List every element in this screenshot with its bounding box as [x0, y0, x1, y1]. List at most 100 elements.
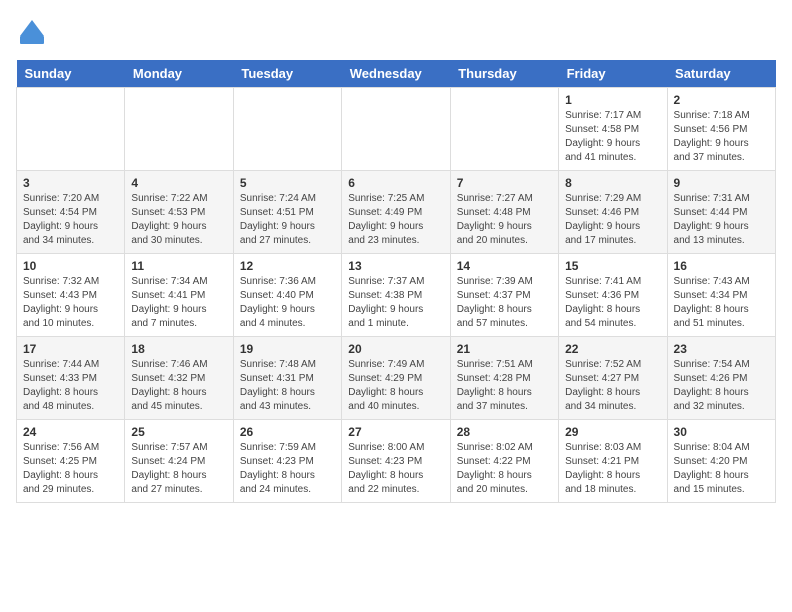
calendar-cell: 17 Sunrise: 7:44 AM Sunset: 4:33 PM Dayli…: [17, 337, 125, 420]
day-info: Sunrise: 7:41 AM Sunset: 4:36 PM Dayligh…: [565, 275, 660, 331]
calendar-cell: 26 Sunrise: 7:59 AM Sunset: 4:23 PM Dayli…: [233, 420, 341, 503]
day-number: 26: [240, 425, 335, 439]
day-info: Sunrise: 7:25 AM Sunset: 4:49 PM Dayligh…: [348, 192, 443, 248]
weekday-header-saturday: Saturday: [667, 60, 775, 88]
weekday-header-friday: Friday: [559, 60, 667, 88]
day-number: 13: [348, 259, 443, 273]
day-info: Sunrise: 7:52 AM Sunset: 4:27 PM Dayligh…: [565, 358, 660, 414]
calendar-cell: 28 Sunrise: 8:02 AM Sunset: 4:22 PM Dayli…: [450, 420, 558, 503]
calendar-cell: 11 Sunrise: 7:34 AM Sunset: 4:41 PM Dayli…: [125, 254, 233, 337]
day-number: 8: [565, 176, 660, 190]
day-number: 25: [131, 425, 226, 439]
day-info: Sunrise: 7:32 AM Sunset: 4:43 PM Dayligh…: [23, 275, 118, 331]
weekday-header-monday: Monday: [125, 60, 233, 88]
day-info: Sunrise: 7:31 AM Sunset: 4:44 PM Dayligh…: [674, 192, 769, 248]
day-number: 20: [348, 342, 443, 356]
day-info: Sunrise: 7:54 AM Sunset: 4:26 PM Dayligh…: [674, 358, 769, 414]
day-info: Sunrise: 7:34 AM Sunset: 4:41 PM Dayligh…: [131, 275, 226, 331]
day-number: 16: [674, 259, 769, 273]
day-number: 24: [23, 425, 118, 439]
day-number: 22: [565, 342, 660, 356]
calendar-cell: 25 Sunrise: 7:57 AM Sunset: 4:24 PM Dayli…: [125, 420, 233, 503]
calendar-cell: 22 Sunrise: 7:52 AM Sunset: 4:27 PM Dayli…: [559, 337, 667, 420]
weekday-header-sunday: Sunday: [17, 60, 125, 88]
day-number: 11: [131, 259, 226, 273]
day-info: Sunrise: 7:59 AM Sunset: 4:23 PM Dayligh…: [240, 441, 335, 497]
day-number: 6: [348, 176, 443, 190]
calendar-table: SundayMondayTuesdayWednesdayThursdayFrid…: [16, 60, 776, 503]
logo: [16, 16, 52, 48]
day-number: 27: [348, 425, 443, 439]
calendar-cell: 18 Sunrise: 7:46 AM Sunset: 4:32 PM Dayli…: [125, 337, 233, 420]
calendar-cell: 12 Sunrise: 7:36 AM Sunset: 4:40 PM Dayli…: [233, 254, 341, 337]
day-info: Sunrise: 7:56 AM Sunset: 4:25 PM Dayligh…: [23, 441, 118, 497]
calendar-cell: 7 Sunrise: 7:27 AM Sunset: 4:48 PM Daylig…: [450, 171, 558, 254]
calendar-cell: 13 Sunrise: 7:37 AM Sunset: 4:38 PM Dayli…: [342, 254, 450, 337]
day-info: Sunrise: 7:22 AM Sunset: 4:53 PM Dayligh…: [131, 192, 226, 248]
day-number: 9: [674, 176, 769, 190]
day-number: 19: [240, 342, 335, 356]
calendar-cell: 29 Sunrise: 8:03 AM Sunset: 4:21 PM Dayli…: [559, 420, 667, 503]
day-info: Sunrise: 7:51 AM Sunset: 4:28 PM Dayligh…: [457, 358, 552, 414]
day-info: Sunrise: 7:37 AM Sunset: 4:38 PM Dayligh…: [348, 275, 443, 331]
day-number: 4: [131, 176, 226, 190]
day-info: Sunrise: 7:44 AM Sunset: 4:33 PM Dayligh…: [23, 358, 118, 414]
day-info: Sunrise: 7:18 AM Sunset: 4:56 PM Dayligh…: [674, 109, 769, 165]
day-info: Sunrise: 7:46 AM Sunset: 4:32 PM Dayligh…: [131, 358, 226, 414]
day-info: Sunrise: 7:36 AM Sunset: 4:40 PM Dayligh…: [240, 275, 335, 331]
day-number: 3: [23, 176, 118, 190]
calendar-body: 1 Sunrise: 7:17 AM Sunset: 4:58 PM Daylig…: [17, 88, 776, 503]
day-info: Sunrise: 7:49 AM Sunset: 4:29 PM Dayligh…: [348, 358, 443, 414]
calendar-cell: 3Sunrise: 7:20 AM Sunset: 4:54 PM Daylig…: [17, 171, 125, 254]
day-info: Sunrise: 7:43 AM Sunset: 4:34 PM Dayligh…: [674, 275, 769, 331]
logo-icon: [16, 16, 48, 48]
day-number: 28: [457, 425, 552, 439]
calendar-cell: [450, 88, 558, 171]
calendar-cell: 5 Sunrise: 7:24 AM Sunset: 4:51 PM Daylig…: [233, 171, 341, 254]
calendar-cell: [342, 88, 450, 171]
calendar-header: SundayMondayTuesdayWednesdayThursdayFrid…: [17, 60, 776, 88]
page-header: [16, 16, 776, 48]
calendar-cell: 1 Sunrise: 7:17 AM Sunset: 4:58 PM Daylig…: [559, 88, 667, 171]
calendar-cell: 4 Sunrise: 7:22 AM Sunset: 4:53 PM Daylig…: [125, 171, 233, 254]
calendar-cell: 19Sunrise: 7:48 AM Sunset: 4:31 PM Dayli…: [233, 337, 341, 420]
day-number: 2: [674, 93, 769, 107]
day-number: 7: [457, 176, 552, 190]
calendar-cell: [233, 88, 341, 171]
day-number: 1: [565, 93, 660, 107]
day-number: 14: [457, 259, 552, 273]
day-info: Sunrise: 7:29 AM Sunset: 4:46 PM Dayligh…: [565, 192, 660, 248]
calendar-cell: 24 Sunrise: 7:56 AM Sunset: 4:25 PM Dayli…: [17, 420, 125, 503]
day-number: 17: [23, 342, 118, 356]
day-number: 10: [23, 259, 118, 273]
calendar-cell: 10 Sunrise: 7:32 AM Sunset: 4:43 PM Dayli…: [17, 254, 125, 337]
day-number: 18: [131, 342, 226, 356]
day-info: Sunrise: 7:39 AM Sunset: 4:37 PM Dayligh…: [457, 275, 552, 331]
calendar-cell: 14 Sunrise: 7:39 AM Sunset: 4:37 PM Dayli…: [450, 254, 558, 337]
day-info: Sunrise: 8:04 AM Sunset: 4:20 PM Dayligh…: [674, 441, 769, 497]
day-number: 5: [240, 176, 335, 190]
calendar-cell: 21 Sunrise: 7:51 AM Sunset: 4:28 PM Dayli…: [450, 337, 558, 420]
weekday-header-wednesday: Wednesday: [342, 60, 450, 88]
calendar-cell: [17, 88, 125, 171]
day-info: Sunrise: 7:27 AM Sunset: 4:48 PM Dayligh…: [457, 192, 552, 248]
day-info: Sunrise: 7:57 AM Sunset: 4:24 PM Dayligh…: [131, 441, 226, 497]
day-info: Sunrise: 7:24 AM Sunset: 4:51 PM Dayligh…: [240, 192, 335, 248]
day-info: Sunrise: 8:00 AM Sunset: 4:23 PM Dayligh…: [348, 441, 443, 497]
weekday-header-tuesday: Tuesday: [233, 60, 341, 88]
calendar-cell: 30 Sunrise: 8:04 AM Sunset: 4:20 PM Dayli…: [667, 420, 775, 503]
day-number: 12: [240, 259, 335, 273]
weekday-header-thursday: Thursday: [450, 60, 558, 88]
day-number: 30: [674, 425, 769, 439]
day-info: Sunrise: 8:02 AM Sunset: 4:22 PM Dayligh…: [457, 441, 552, 497]
calendar-cell: 23 Sunrise: 7:54 AM Sunset: 4:26 PM Dayli…: [667, 337, 775, 420]
calendar-cell: 27 Sunrise: 8:00 AM Sunset: 4:23 PM Dayli…: [342, 420, 450, 503]
day-number: 23: [674, 342, 769, 356]
day-number: 29: [565, 425, 660, 439]
calendar-cell: 2 Sunrise: 7:18 AM Sunset: 4:56 PM Daylig…: [667, 88, 775, 171]
day-number: 21: [457, 342, 552, 356]
calendar-cell: [125, 88, 233, 171]
day-info: Sunrise: 7:17 AM Sunset: 4:58 PM Dayligh…: [565, 109, 660, 165]
calendar-cell: 6 Sunrise: 7:25 AM Sunset: 4:49 PM Daylig…: [342, 171, 450, 254]
day-info: Sunrise: 8:03 AM Sunset: 4:21 PM Dayligh…: [565, 441, 660, 497]
